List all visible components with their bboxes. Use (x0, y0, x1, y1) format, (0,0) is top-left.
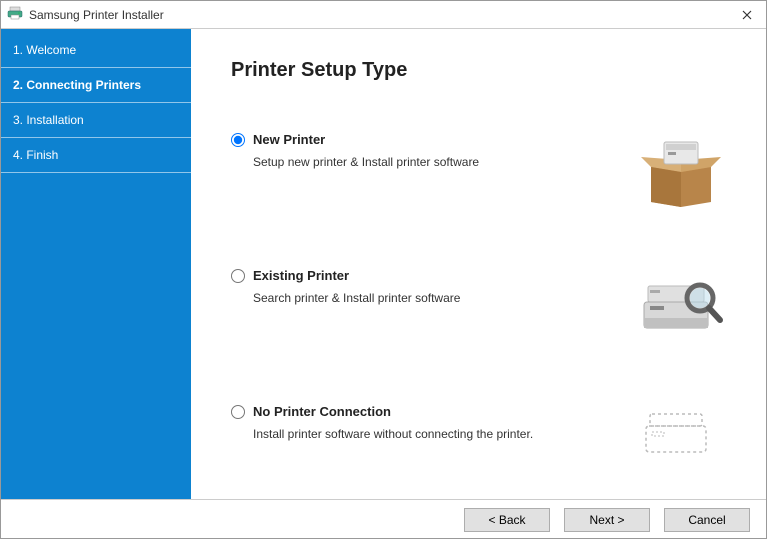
step-finish: 4. Finish (1, 138, 191, 173)
cancel-button[interactable]: Cancel (664, 508, 750, 532)
titlebar: Samsung Printer Installer (1, 1, 766, 29)
option-no-printer: No Printer Connection Install printer so… (231, 404, 736, 484)
radio-no-printer[interactable]: No Printer Connection (231, 404, 626, 419)
next-button[interactable]: Next > (564, 508, 650, 532)
footer: < Back Next > Cancel (1, 499, 766, 539)
option-label: Existing Printer (253, 268, 349, 283)
step-installation: 3. Installation (1, 103, 191, 138)
back-button[interactable]: < Back (464, 508, 550, 532)
step-connecting-printers: 2. Connecting Printers (1, 68, 191, 103)
option-label: New Printer (253, 132, 325, 147)
radio-existing-printer[interactable]: Existing Printer (231, 268, 626, 283)
option-new-printer: New Printer Setup new printer & Install … (231, 132, 736, 212)
radio-existing-printer-input[interactable] (231, 269, 245, 283)
option-desc: Search printer & Install printer softwar… (253, 291, 626, 305)
radio-no-printer-input[interactable] (231, 405, 245, 419)
content-area: Printer Setup Type New Printer Setup new… (191, 29, 766, 499)
no-printer-icon (626, 404, 736, 464)
radio-new-printer-input[interactable] (231, 133, 245, 147)
app-icon (7, 5, 23, 24)
option-existing-printer: Existing Printer Search printer & Instal… (231, 268, 736, 348)
option-label: No Printer Connection (253, 404, 391, 419)
page-heading: Printer Setup Type (231, 59, 736, 82)
sidebar: 1. Welcome 2. Connecting Printers 3. Ins… (1, 29, 191, 499)
option-desc: Install printer software without connect… (253, 427, 626, 441)
close-button[interactable] (734, 7, 760, 23)
window-title: Samsung Printer Installer (29, 8, 164, 22)
new-printer-icon (626, 132, 736, 212)
radio-new-printer[interactable]: New Printer (231, 132, 626, 147)
existing-printer-icon (626, 268, 736, 348)
option-desc: Setup new printer & Install printer soft… (253, 155, 626, 169)
step-welcome: 1. Welcome (1, 33, 191, 68)
